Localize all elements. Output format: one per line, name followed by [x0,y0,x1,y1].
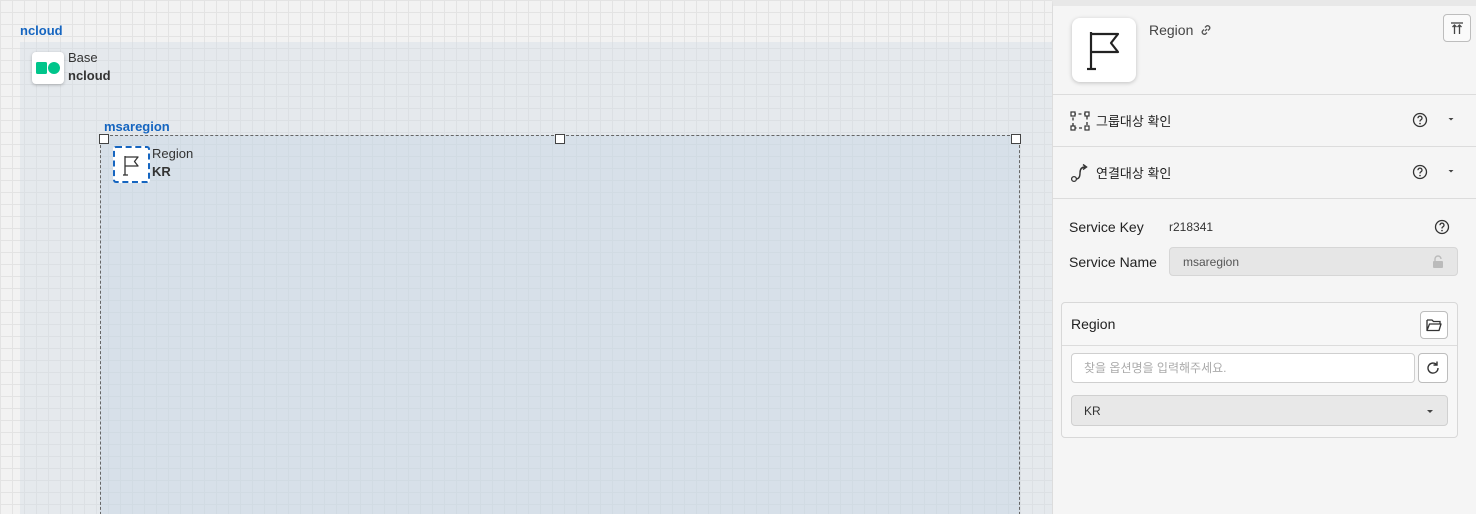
connection-targets-section[interactable]: 연결대상 확인 [1053,147,1476,199]
resize-handle-top-right[interactable] [1011,134,1021,144]
help-icon[interactable] [1412,164,1428,180]
caret-down-icon [1427,410,1433,413]
refresh-icon [1427,361,1439,374]
region-select-value: KR [1084,403,1101,418]
option-search-input[interactable] [1071,353,1415,383]
base-node-label: Base ncloud [68,49,111,85]
connection-targets-label: 연결대상 확인 [1096,166,1172,181]
resize-handle-top-left[interactable] [99,134,109,144]
service-name-label: Service Name [1069,253,1157,270]
refresh-button[interactable] [1418,353,1448,383]
resize-handle-top-center[interactable] [555,134,565,144]
region-node-label: Region KR [152,145,193,181]
properties-panel: Region 그룹대상 확인 연결대상 확인 Service Key r2183… [1052,0,1476,514]
help-icon[interactable] [1412,112,1428,128]
connection-icon [1070,163,1088,182]
region-node-icon[interactable] [113,146,150,183]
service-name-value: msaregion [1183,254,1240,269]
base-node-type: Base [68,50,98,65]
service-key-label: Service Key [1069,218,1144,235]
region-card-header: Region [1062,303,1457,346]
panel-title: Region [1149,22,1213,38]
region-select[interactable]: KR [1071,395,1448,426]
service-key-row: Service Key r218341 [1053,209,1476,244]
help-icon[interactable] [1434,219,1450,235]
group-targets-section[interactable]: 그룹대상 확인 [1053,95,1476,147]
base-node-name: ncloud [68,68,111,83]
group-targets-label: 그룹대상 확인 [1096,114,1172,129]
ncloud-node-icon[interactable] [32,52,64,84]
service-name-field[interactable]: msaregion [1169,247,1458,276]
region-group-title: msaregion [104,119,170,134]
service-key-value: r218341 [1169,219,1214,234]
chevron-down-icon[interactable] [1446,166,1456,176]
flag-icon [122,155,139,176]
region-card-title: Region [1071,316,1116,332]
region-node-name: KR [152,164,171,179]
panel-header: Region [1053,6,1476,95]
lock-icon [1433,255,1443,268]
option-search-row [1062,346,1457,388]
panel-title-text: Region [1149,22,1194,38]
folder-open-icon [1426,319,1442,332]
open-folder-button[interactable] [1420,311,1448,339]
diagram-canvas[interactable]: ncloud Base ncloud msaregion Region KR [0,0,1052,514]
region-node-type: Region [152,146,194,161]
region-group-area[interactable] [100,135,1020,514]
group-bracket-icon [1070,110,1090,131]
region-select-card: Region KR [1061,302,1458,438]
collapse-panel-button[interactable] [1443,14,1471,42]
service-name-row: Service Name msaregion [1053,244,1476,279]
ncloud-logo-icon [36,62,60,74]
link-icon[interactable] [1199,23,1213,37]
flag-icon [1087,32,1120,71]
base-group-title: ncloud [20,23,63,38]
region-large-icon [1072,18,1136,82]
collapse-top-icon [1451,22,1463,34]
chevron-down-icon[interactable] [1446,114,1456,124]
